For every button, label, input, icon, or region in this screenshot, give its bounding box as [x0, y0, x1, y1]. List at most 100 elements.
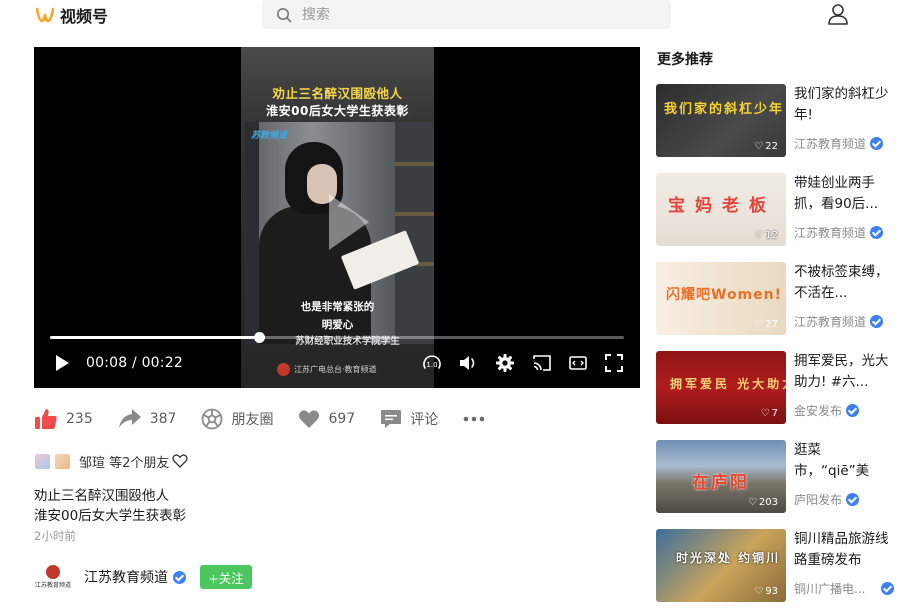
current-time: 00:08 [86, 355, 128, 371]
frame-footer-text: 江苏广电总台·教育频道 [294, 365, 377, 374]
author-name: 金安发布 [794, 404, 843, 418]
recommendation-item[interactable]: 闪耀吧Women! ♡ 27 不被标签束缚，不活在... 江苏教育频道 [656, 262, 890, 336]
friends-text: 邹瑄 等2个朋友 [79, 455, 170, 471]
thumb-caption: 拥军爱民 光大助力 [670, 377, 786, 391]
recommendation-item[interactable]: 我们家的斜杠少年 ♡ 22 我们家的斜杠少年! 江苏教育频道 [656, 84, 890, 158]
heart-outline-icon: ♡ [760, 408, 770, 419]
user-profile-button[interactable] [826, 2, 850, 26]
thumb-likes: ♡ 203 [748, 497, 778, 508]
thumb-caption: 我们家的斜杠少年 [664, 102, 785, 117]
moments-label: 朋友圈 [231, 412, 274, 428]
recommendation-thumbnail: 在庐阳 ♡ 203 [656, 440, 786, 513]
app-logo[interactable]: 视频号 [36, 4, 108, 26]
action-bar: 235 387 朋友圈 697 评论 [34, 405, 510, 433]
heart-icon [299, 410, 320, 428]
speed-button[interactable]: 1.0 [422, 353, 442, 373]
recommendation-item[interactable]: 宝妈老板 ♡ 12 带娃创业两手抓，看90后... 江苏教育频道 [656, 173, 890, 247]
fullscreen-button[interactable] [605, 353, 623, 373]
heart-button[interactable]: 697 [298, 409, 355, 429]
comment-button[interactable]: 评论 [380, 409, 438, 429]
verified-badge-icon [846, 404, 860, 417]
settings-button[interactable] [495, 353, 515, 373]
recommendation-title: 铜川精品旅游线路重磅发布 [794, 531, 889, 568]
thumb-likes: ♡ 22 [754, 141, 778, 152]
jiangsu-education-logo-icon [46, 565, 60, 579]
comment-icon [381, 410, 402, 428]
friends-liked-row[interactable]: 邹瑄 等2个朋友 [34, 451, 189, 471]
frame-watermark: 江苏广电总台·教育频道 [277, 363, 377, 376]
post-time: 2小时前 [34, 529, 76, 543]
recommendation-title: 拥军爱民，光大助力! #六... [794, 353, 889, 390]
volume-button[interactable] [458, 353, 478, 373]
author-name[interactable]: 江苏教育频道 [84, 567, 168, 587]
broadcaster-logo-icon [277, 363, 290, 376]
picture-in-picture-icon [569, 356, 587, 370]
subtitle-line1: 也是非常紧张的 [300, 301, 375, 313]
channels-logo-icon [36, 7, 54, 23]
verified-badge-icon [173, 570, 186, 584]
thumb-caption: 闪耀吧Women! [666, 287, 782, 303]
search-input[interactable] [302, 6, 642, 23]
verified-badge-icon [870, 315, 884, 328]
progress-fill [50, 336, 259, 339]
author-name: 铜川广播电... [794, 582, 866, 596]
recommendation-title: 不被标签束缚，不活在... [794, 264, 889, 301]
video-player[interactable]: 劝止三名醉汉围殴他人 淮安00后女大学生获表彰 苏教频道 也是非常紧张的 明爱心… [34, 47, 640, 388]
time-separator: / [127, 355, 142, 371]
progress-handle[interactable] [253, 332, 265, 343]
moments-button[interactable]: 朋友圈 [201, 408, 273, 430]
author-name: 江苏教育频道 [794, 226, 867, 240]
thumb-likes: ♡ 7 [761, 408, 778, 419]
follow-button[interactable]: +关注 [200, 565, 252, 589]
author-name: 庐阳发布 [794, 493, 843, 507]
likes-count: 22 [765, 141, 778, 152]
post-description-line2: 淮安00后女大学生获表彰 [34, 508, 187, 524]
recommendation-author: 江苏教育频道 [794, 313, 884, 330]
share-button[interactable]: 387 [118, 408, 177, 430]
speed-label: 1.0 [426, 361, 437, 369]
friend-avatar [34, 452, 51, 470]
friend-avatar [54, 452, 71, 470]
author-avatar[interactable]: 江苏教育频道 [34, 562, 72, 592]
share-count: 387 [149, 411, 177, 427]
heart-outline-icon: ♡ [747, 497, 757, 508]
volume-icon [460, 356, 475, 370]
recommendation-author: 庐阳发布 [794, 491, 860, 508]
user-icon [828, 4, 848, 25]
play-icon [56, 355, 69, 371]
recommendation-item[interactable]: 在庐阳 ♡203 逛菜市，“qiē”美食，打年... 庐阳发布 [656, 440, 890, 514]
verified-badge-icon [846, 493, 860, 506]
fullscreen-icon [605, 354, 623, 372]
author-row: 江苏教育频道 江苏教育频道 +关注 [34, 562, 252, 592]
heart-outline-icon: ♡ [754, 141, 764, 152]
heart-outline-icon: ♡ [754, 230, 764, 241]
heart-count: 697 [328, 411, 356, 427]
cast-button[interactable] [532, 353, 552, 373]
recommendation-author: 江苏教育频道 [794, 224, 884, 241]
search-bar[interactable] [262, 0, 671, 29]
recommendation-title: 带娃创业两手抓，看90后... [794, 175, 879, 212]
recommendation-author: 江苏教育频道 [794, 135, 884, 152]
recommendation-thumbnail: 宝妈老板 ♡ 12 [656, 173, 786, 246]
thumb-likes: ♡ 27 [754, 319, 778, 330]
center-play-icon[interactable] [329, 194, 369, 250]
heart-outline-icon [172, 454, 189, 468]
playback-speed-icon: 1.0 [423, 355, 441, 369]
progress-bar[interactable] [50, 332, 624, 343]
gear-icon [496, 354, 514, 372]
thumb-caption: 宝妈老板 [668, 196, 776, 216]
recommendation-thumbnail: 闪耀吧Women! ♡ 27 [656, 262, 786, 335]
play-button[interactable] [54, 353, 70, 373]
author-avatar-caption: 江苏教育频道 [34, 582, 71, 589]
like-button[interactable]: 235 [34, 408, 93, 430]
thumb-likes: ♡ 93 [754, 586, 778, 597]
recommendation-item[interactable]: 拥军爱民 光大助力 ♡ 7 拥军爱民，光大助力! #六... 金安发布 [656, 351, 890, 425]
moments-icon [202, 408, 223, 430]
recommendation-author: 金安发布 [794, 402, 860, 419]
theater-mode-button[interactable] [568, 353, 588, 373]
post-description-line1: 劝止三名醉汉围殴他人 [34, 488, 169, 504]
frame-title-line2: 淮安00后女大学生获表彰 [266, 104, 409, 118]
thumb-caption: 在庐阳 [692, 473, 749, 493]
recommendation-item[interactable]: 时光深处 约铜川 ♡ 93 铜川精品旅游线路重磅发布 铜川广播电... [656, 529, 895, 603]
more-button[interactable] [463, 416, 485, 422]
